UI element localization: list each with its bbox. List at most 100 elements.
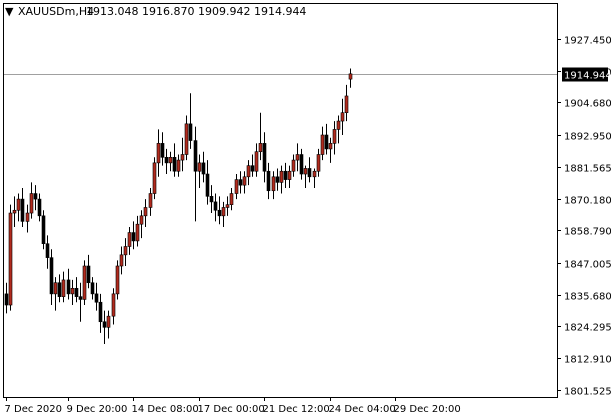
y-tick-label: 1812.910 [564, 355, 611, 366]
candle-body [115, 265, 120, 295]
candle-body [123, 246, 128, 256]
candle-body [25, 212, 30, 222]
candle-body [328, 143, 333, 150]
candle-body [8, 212, 13, 306]
candle-body [344, 95, 349, 114]
candle-body [275, 176, 280, 183]
y-tick-label: 1858.790 [564, 227, 611, 238]
candle-body [127, 232, 132, 247]
price-axis[interactable]: 1927.4501916.0501904.6801892.9501881.565… [557, 36, 611, 398]
candle-body [312, 170, 317, 178]
candle-body [283, 170, 288, 180]
x-tick-label: 17 Dec 00:00 [198, 404, 265, 415]
candle-body [213, 201, 218, 211]
candle-body [98, 301, 103, 323]
candle-body [340, 112, 345, 122]
candle-body [217, 209, 222, 217]
candle-body [238, 179, 243, 186]
candle-body [160, 143, 165, 158]
candle-body [119, 254, 124, 267]
candle-body [49, 257, 54, 295]
symbol-menu-icon[interactable]: ▼ [5, 5, 14, 18]
candle-body [152, 162, 157, 194]
candle-body [242, 176, 247, 186]
candle-body [148, 193, 153, 208]
x-tick-label: 24 Dec 04:00 [329, 404, 396, 415]
candle-body [291, 159, 296, 172]
candle-body [131, 232, 136, 242]
candle-body [184, 123, 189, 155]
candle-body [332, 129, 337, 144]
y-tick-label: 1835.680 [564, 292, 611, 303]
candle-body [303, 168, 308, 175]
y-tick-label: 1881.565 [564, 164, 611, 175]
candle-body [172, 156, 177, 172]
x-tick-label: 21 Dec 12:00 [263, 404, 330, 415]
candle-body [188, 123, 193, 141]
candle-body [12, 209, 17, 214]
candle-body [254, 151, 259, 172]
x-tick-label: 7 Dec 2020 [5, 404, 63, 415]
candle-body [4, 293, 9, 306]
candle-body [168, 156, 173, 164]
candle-body [53, 282, 58, 295]
y-tick-label: 1801.525 [564, 387, 611, 398]
candle-body [66, 279, 71, 295]
x-tick-label: 14 Dec 08:00 [132, 404, 199, 415]
candle-body [135, 223, 140, 242]
candle-body [111, 293, 116, 317]
candle-body [90, 282, 95, 295]
candle-body [307, 168, 312, 178]
price-tag-label: 1914.944 [564, 71, 611, 82]
candle-body [37, 198, 42, 217]
y-tick-label: 1847.005 [564, 260, 611, 271]
candle-body [295, 154, 300, 161]
candle-body [299, 154, 304, 175]
candle-body [324, 134, 329, 150]
candle [8, 204, 13, 311]
candle-body [193, 140, 198, 172]
candle-body [320, 134, 325, 155]
y-tick-label: 1892.950 [564, 132, 611, 143]
candle-body [57, 282, 62, 297]
candle-body [156, 143, 161, 164]
candle-body [82, 265, 87, 300]
y-tick-label: 1904.680 [564, 99, 611, 110]
candle-body [205, 173, 210, 197]
candle-body [33, 193, 38, 200]
candle-body [262, 143, 267, 172]
candle-body [102, 321, 107, 328]
candle-body [78, 296, 83, 300]
candle-body [94, 293, 99, 303]
candle-body [229, 193, 234, 205]
candle-body [201, 162, 206, 175]
candle-body [29, 193, 34, 214]
candle-body [234, 179, 239, 194]
candle-body [250, 165, 255, 172]
candle-body [287, 170, 292, 180]
candle-body [16, 198, 21, 211]
time-axis[interactable]: 7 Dec 2020 9 Dec 20:00 14 Dec 08:0017 Dec … [5, 397, 461, 415]
y-tick-label: 1927.450 [564, 36, 611, 47]
x-tick-label: 9 Dec 20:00 [67, 404, 128, 415]
candle-body [336, 120, 341, 130]
candle-body [70, 287, 75, 295]
candle-body [271, 176, 276, 192]
candle-body [106, 315, 111, 328]
price-chart[interactable]: ▼ XAUUSDm,H4 1913.048 1916.870 1909.942 … [0, 0, 611, 419]
candle-body [176, 159, 181, 172]
symbol-timeframe-label: XAUUSDm,H4 [18, 5, 94, 18]
candle [115, 260, 120, 300]
candle-body [180, 154, 185, 161]
y-tick-label: 1824.295 [564, 323, 611, 334]
candle-body [209, 196, 214, 203]
candle-body [74, 287, 79, 297]
candle-body [197, 162, 202, 172]
candle-body [316, 154, 321, 172]
candle-body [348, 73, 353, 80]
candle-body [164, 156, 169, 164]
candle [41, 210, 46, 250]
ohlc-readout: 1913.048 1916.870 1909.942 1914.944 [86, 5, 306, 18]
candle-body [139, 215, 144, 225]
candle-body [20, 198, 25, 222]
